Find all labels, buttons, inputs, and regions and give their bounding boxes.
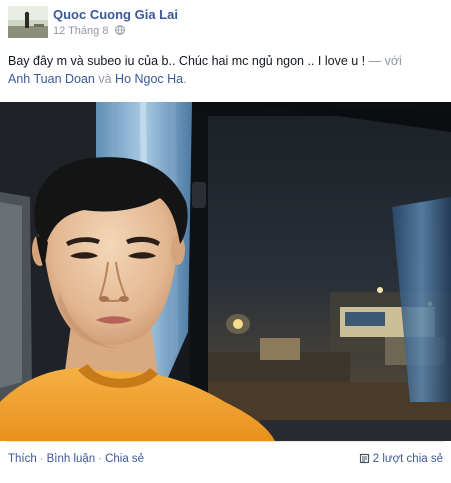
author-avatar[interactable] — [8, 6, 48, 38]
avatar-image — [8, 6, 48, 38]
post-header: Quoc Cuong Gia Lai 12 Tháng 8 — [8, 6, 438, 40]
post-actions: Thích · Bình luận · Chia sẻ — [8, 453, 144, 465]
post-timestamp[interactable]: 12 Tháng 8 — [53, 25, 108, 37]
author-name-link[interactable]: Quoc Cuong Gia Lai — [53, 7, 178, 22]
tagged-user-ho-ngoc-ha[interactable]: Ho Ngoc Ha — [115, 72, 183, 86]
tag-suffix: . — [183, 72, 187, 86]
like-link[interactable]: Thích — [8, 453, 37, 465]
post-meta: 12 Tháng 8 — [53, 25, 125, 37]
post-footer: Thích · Bình luận · Chia sẻ 2 lượt chia sẻ — [0, 441, 451, 483]
facebook-post-card: Quoc Cuong Gia Lai 12 Tháng 8 Bay đây m … — [0, 0, 451, 483]
footer-divider — [6, 441, 445, 442]
action-separator: · — [98, 453, 103, 465]
status-message: Bay đây m và subeo iu của b.. Chúc hai m… — [8, 54, 366, 68]
share-count-link[interactable]: 2 lượt chia sẻ — [359, 453, 443, 465]
share-count-label: 2 lượt chia sẻ — [372, 453, 443, 465]
action-separator: · — [39, 453, 44, 465]
selfie-photo — [0, 102, 451, 441]
tag-joiner: và — [98, 72, 112, 86]
with-prefix: — với — [368, 54, 402, 68]
globe-icon[interactable] — [114, 25, 125, 35]
comment-link[interactable]: Bình luận — [47, 453, 96, 465]
post-status-text: Bay đây m và subeo iu của b.. Chúc hai m… — [8, 52, 440, 88]
share-link[interactable]: Chia sẻ — [105, 453, 144, 465]
tagged-user-anh-tuan-doan[interactable]: Anh Tuan Doan — [8, 72, 95, 86]
post-photo[interactable] — [0, 102, 451, 441]
share-count-icon — [359, 453, 369, 464]
